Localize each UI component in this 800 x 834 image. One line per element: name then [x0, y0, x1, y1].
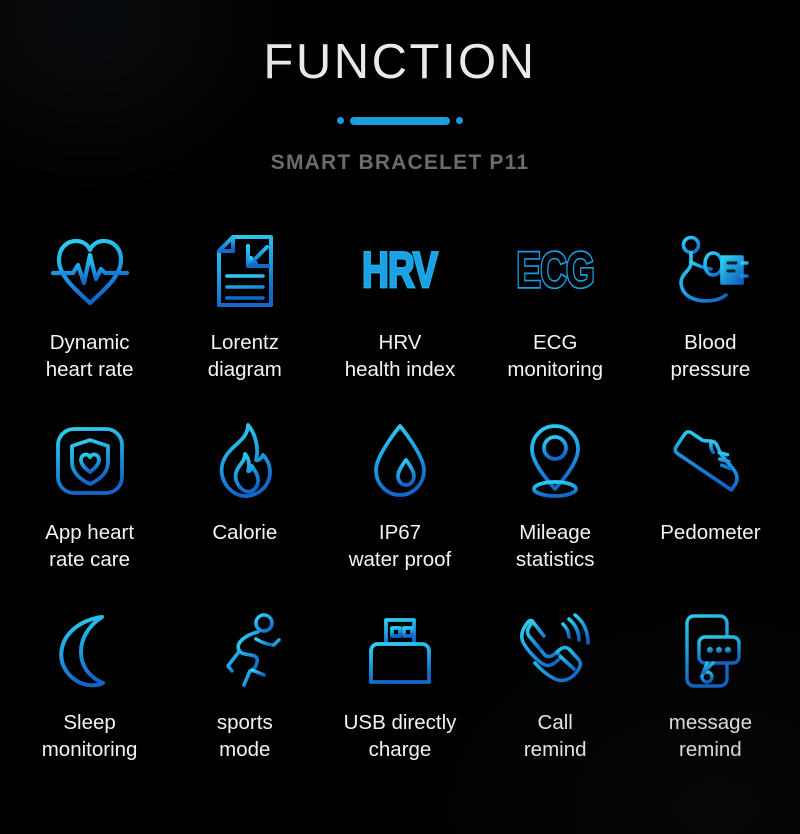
hrv-lettermark-text: HRV — [362, 242, 440, 299]
feature-sleep-monitoring: Sleep monitoring — [12, 610, 167, 800]
feature-grid: Dynamic heart rate Lorentz diagram HRV H… — [0, 230, 800, 800]
feature-blood-pressure: Blood pressure — [633, 230, 788, 420]
divider-dot-left — [337, 117, 344, 124]
function-page: FUNCTION SMART BRACELET P11 Dynamic hear… — [0, 0, 800, 834]
divider-bar — [350, 116, 450, 125]
feature-app-heart-rate-care: App heart rate care — [12, 420, 167, 610]
feature-usb-directly-charge: USB directly charge — [322, 610, 477, 800]
ecg-lettermark-icon: ECG — [509, 230, 601, 312]
page-header: FUNCTION SMART BRACELET P11 — [0, 0, 800, 175]
map-pin-icon — [524, 420, 586, 502]
flame-icon — [214, 420, 276, 502]
feature-message-remind: message remind — [633, 610, 788, 800]
feature-label: Mileage statistics — [515, 521, 595, 572]
heart-pulse-icon — [50, 230, 129, 312]
feature-ip67-water-proof: IP67 water proof — [322, 420, 477, 610]
feature-mileage-statistics: Mileage statistics — [478, 420, 633, 610]
feature-label: HRV health index — [344, 331, 456, 382]
crescent-moon-icon — [55, 610, 125, 692]
sneaker-icon — [669, 420, 751, 502]
divider-dot-right — [456, 117, 463, 124]
feature-call-remind: Call remind — [478, 610, 633, 800]
feature-label: USB directly charge — [343, 711, 457, 762]
feature-label: App heart rate care — [45, 521, 135, 572]
water-drop-icon — [370, 420, 430, 502]
phone-message-icon — [679, 610, 742, 692]
running-person-icon — [205, 610, 284, 692]
feature-label: message remind — [668, 711, 752, 762]
page-title: FUNCTION — [263, 35, 537, 89]
feature-label: Sleep monitoring — [41, 711, 138, 762]
feature-label: IP67 water proof — [348, 521, 452, 572]
page-subtitle: SMART BRACELET P11 — [270, 151, 530, 174]
hrv-lettermark-icon: HRV — [355, 230, 444, 312]
feature-label: Pedometer — [660, 521, 761, 544]
usb-connector-icon — [367, 610, 433, 692]
title-divider — [337, 116, 463, 125]
feature-label: Lorentz diagram — [207, 331, 282, 382]
feature-lorentz-diagram: Lorentz diagram — [167, 230, 322, 420]
shield-heart-app-icon — [54, 420, 126, 502]
document-chart-icon — [214, 230, 276, 312]
feature-sports-mode: sports mode — [167, 610, 322, 800]
feature-label: ECG monitoring — [507, 331, 604, 382]
sphygmomanometer-icon — [672, 230, 750, 312]
phone-ringing-icon — [517, 610, 593, 692]
feature-pedometer: Pedometer — [633, 420, 788, 610]
feature-calorie: Calorie — [167, 420, 322, 610]
feature-dynamic-heart-rate: Dynamic heart rate — [12, 230, 167, 420]
feature-label: sports mode — [216, 711, 273, 762]
feature-label: Calorie — [212, 521, 278, 544]
feature-label: Blood pressure — [670, 331, 751, 382]
feature-label: Dynamic heart rate — [45, 331, 134, 382]
feature-hrv-health-index: HRV HRV health index — [322, 230, 477, 420]
feature-ecg-monitoring: ECG ECG monitoring — [478, 230, 633, 420]
feature-label: Call remind — [523, 711, 587, 762]
ecg-lettermark-text: ECG — [515, 242, 596, 299]
